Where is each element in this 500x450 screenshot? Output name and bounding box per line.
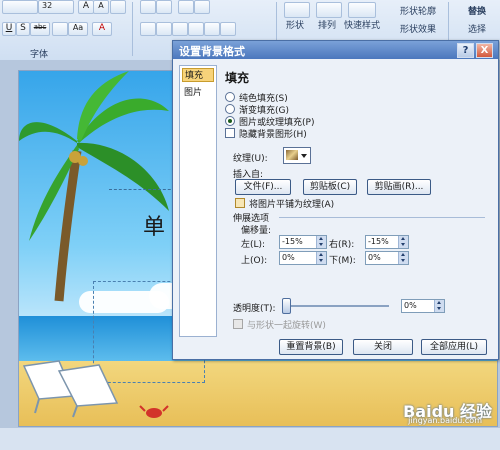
apply-all-button[interactable]: 全部应用(L): [421, 339, 487, 355]
justify-button[interactable]: [188, 22, 204, 36]
transparency-label: 透明度(T):: [233, 304, 276, 314]
numbering-button[interactable]: [156, 0, 172, 14]
gradient-fill-radio[interactable]: [225, 104, 235, 114]
spacing-button[interactable]: [52, 22, 68, 36]
outdent-button[interactable]: [194, 0, 210, 14]
left-offset-label: 左(L):: [241, 240, 266, 250]
texture-swatch-icon: [286, 150, 298, 160]
bottom-offset-stepper[interactable]: 0%: [365, 251, 409, 265]
align-left-button[interactable]: [140, 22, 156, 36]
rotate-with-shape-checkbox[interactable]: [233, 319, 243, 329]
align-center-button[interactable]: [156, 22, 172, 36]
dialog-title: 设置背景格式: [179, 45, 245, 58]
right-offset-value: -15%: [368, 237, 389, 246]
right-offset-label: 右(R):: [329, 240, 355, 250]
chevron-down-icon: [301, 154, 307, 158]
font-size-value: 32: [42, 1, 53, 10]
align-right-button[interactable]: [172, 22, 188, 36]
separator-line: [279, 217, 485, 218]
shape-outline-label[interactable]: 形状轮廓: [400, 4, 436, 17]
crab-image: [139, 405, 169, 418]
font-group-label: 字体: [30, 50, 49, 60]
transparency-stepper[interactable]: 0%: [401, 299, 445, 313]
texture-dropdown[interactable]: [283, 147, 311, 164]
solid-fill-radio[interactable]: [225, 92, 235, 102]
bottom-offset-label: 下(M):: [329, 256, 356, 266]
left-offset-value: -15%: [282, 237, 303, 246]
columns-button[interactable]: [204, 22, 220, 36]
shape-label[interactable]: 形状: [286, 18, 304, 31]
tile-texture-checkbox[interactable]: [235, 198, 245, 208]
indent-button[interactable]: [178, 0, 194, 14]
section-title: 填充: [225, 71, 250, 85]
tile-texture-label[interactable]: 将图片平铺为纹理(A): [249, 197, 334, 210]
clear-format-button[interactable]: [110, 0, 126, 14]
baidu-watermark-url: jingyan.baidu.com: [408, 416, 482, 425]
bullets-button[interactable]: [140, 0, 156, 14]
clipart-button[interactable]: 剪贴画(R)...: [367, 179, 431, 195]
help-button[interactable]: ?: [457, 43, 474, 58]
top-offset-label: 上(O):: [241, 256, 268, 266]
shrink-font-button[interactable]: A: [93, 0, 109, 14]
format-background-dialog: 设置背景格式 ? X 填充 图片 填充 纯色填充(S) 渐变填充(G) 图片或纹…: [172, 40, 499, 360]
spin-arrows-icon[interactable]: [316, 236, 326, 248]
spin-arrows-icon[interactable]: [316, 252, 326, 264]
dialog-content: 填充 纯色填充(S) 渐变填充(G) 图片或纹理填充(P) 隐藏背景图形(H) …: [219, 65, 493, 335]
transparency-slider-thumb[interactable]: [282, 298, 291, 314]
select-label[interactable]: 选择: [468, 22, 486, 35]
left-offset-stepper[interactable]: -15%: [279, 235, 327, 249]
spin-arrows-icon[interactable]: [398, 236, 408, 248]
rotate-with-shape-label[interactable]: 与形状一起旋转(W): [247, 318, 326, 331]
shape-effect-label[interactable]: 形状效果: [400, 22, 436, 35]
picture-fill-radio[interactable]: [225, 116, 235, 126]
dialog-titlebar[interactable]: 设置背景格式 ? X: [173, 41, 498, 59]
close-button[interactable]: 关闭: [353, 339, 413, 355]
texture-label: 纹理(U):: [233, 154, 268, 164]
text-direction-button[interactable]: [220, 22, 236, 36]
underline-button[interactable]: U: [2, 22, 16, 36]
arrange-label[interactable]: 排列: [318, 18, 336, 31]
close-icon[interactable]: X: [476, 43, 493, 58]
nav-item-picture[interactable]: 图片: [182, 86, 214, 100]
font-size-box[interactable]: 32: [38, 0, 74, 14]
spin-arrows-icon[interactable]: [398, 252, 408, 264]
strikethrough-button[interactable]: abc: [30, 22, 50, 36]
change-case-button[interactable]: Aa: [68, 22, 88, 36]
clipboard-button[interactable]: 剪贴板(C): [303, 179, 357, 195]
font-color-button[interactable]: A: [92, 22, 112, 36]
quick-style-label[interactable]: 快速样式: [344, 18, 380, 31]
arrange-icon[interactable]: [316, 2, 342, 18]
beach-chair-image: [22, 360, 119, 418]
top-offset-value: 0%: [282, 253, 295, 262]
reset-background-button[interactable]: 重置背景(B): [279, 339, 343, 355]
nav-item-fill[interactable]: 填充: [182, 68, 214, 82]
hide-background-checkbox[interactable]: [225, 128, 235, 138]
transparency-value: 0%: [404, 301, 417, 310]
spin-arrows-icon[interactable]: [434, 300, 444, 312]
top-offset-stepper[interactable]: 0%: [279, 251, 327, 265]
grow-font-button[interactable]: A: [78, 0, 94, 14]
quick-style-icon[interactable]: [348, 2, 376, 18]
replace-label[interactable]: 替换: [468, 4, 486, 17]
right-offset-stepper[interactable]: -15%: [365, 235, 409, 249]
dialog-nav-list: 填充 图片: [179, 65, 217, 337]
transparency-slider-track[interactable]: [285, 305, 389, 307]
file-button[interactable]: 文件(F)...: [235, 179, 291, 195]
font-name-box[interactable]: [2, 0, 38, 14]
offset-label: 偏移量:: [241, 226, 272, 236]
slide-title-text[interactable]: 单: [143, 209, 165, 241]
hide-background-label[interactable]: 隐藏背景图形(H): [239, 127, 307, 140]
status-bar: [0, 428, 500, 450]
shadow-button[interactable]: S: [16, 22, 30, 36]
shape-icon[interactable]: [284, 2, 310, 18]
ribbon-divider: [132, 2, 133, 56]
bottom-offset-value: 0%: [368, 253, 381, 262]
